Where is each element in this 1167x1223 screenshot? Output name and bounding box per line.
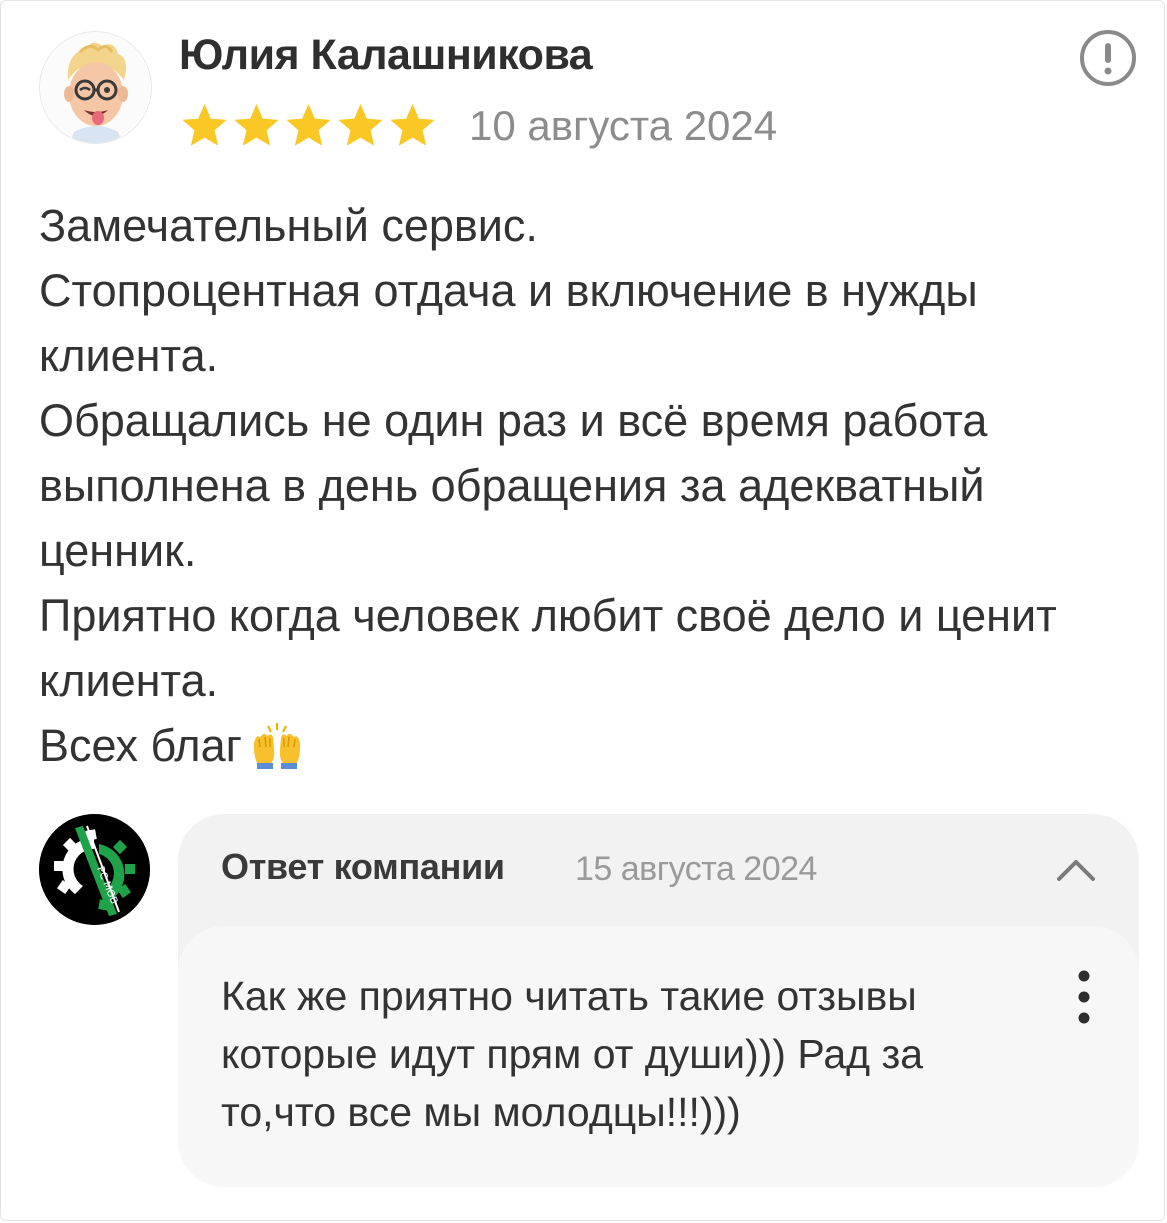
review-text: Замечательный сервис. Стопроцентная отда… [39,193,1129,778]
exclamation-circle-icon [1080,30,1136,86]
review-line: Стопроцентная отдача и включение в нужды… [39,265,978,381]
chevron-up-icon [1057,860,1095,881]
report-button[interactable] [1079,29,1137,87]
memoji-avatar-icon [40,32,150,143]
star-icon [390,104,435,146]
review-line: Обращались не один раз и всё время работ… [39,395,988,576]
review-line: Приятно когда человек любит своё дело и … [39,590,1057,706]
review-date: 10 августа 2024 [469,102,778,149]
star-icon [234,104,279,146]
company-logo[interactable]: PC MOB [39,814,150,925]
gear-logo-icon: PC MOB [39,814,150,925]
review-card: Юлия Калашникова 10 августа 2024 Замечат… [0,0,1165,1221]
review-line: Всех благ [39,720,243,771]
review-line-last: Всех благ [39,713,1129,778]
review-line: Замечательный сервис. [39,200,538,251]
more-options-button[interactable] [1071,967,1097,1027]
star-icon [286,104,331,146]
raising-hands-emoji [248,721,306,769]
reply-date: 15 августа 2024 [575,850,817,888]
star-icon [338,104,383,146]
author-name[interactable]: Юлия Калашникова [179,31,593,80]
more-vertical-icon [1078,970,1090,1024]
author-avatar[interactable] [39,31,152,144]
star-icon [182,104,227,146]
collapse-reply-button[interactable] [1053,853,1099,887]
star-rating [179,101,438,151]
reply-title: Ответ компании [221,846,505,887]
reply-text: Как же приятно читать такие отзывы котор… [221,973,924,1135]
